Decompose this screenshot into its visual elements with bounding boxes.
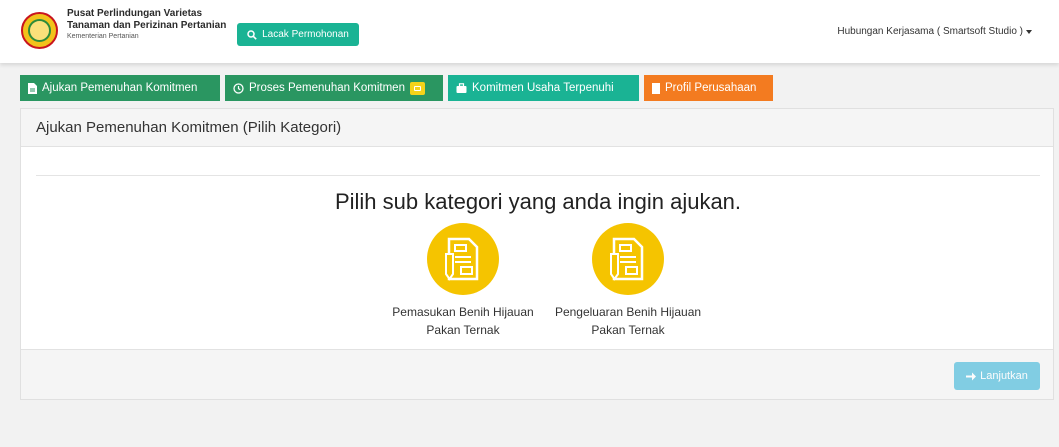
caret-down-icon (1026, 29, 1032, 34)
brand-title-line1: Pusat Perlindungan Varietas (67, 8, 203, 19)
user-menu-dropdown[interactable]: Hubungan Kerjasama ( Smartsoft Studio ) (837, 26, 1032, 37)
option-pengeluaran-benih[interactable]: Pengeluaran Benih Hijauan Pakan Ternak (543, 223, 713, 339)
ministry-logo (21, 12, 58, 49)
clock-icon (233, 82, 244, 94)
option-label: Pemasukan Benih Hijauan Pakan Ternak (392, 305, 534, 337)
option-pemasukan-benih[interactable]: Pemasukan Benih Hijauan Pakan Ternak (378, 223, 548, 339)
brand-subtitle: Kementerian Pertanian (67, 33, 139, 40)
track-application-label: Lacak Permohonan (262, 29, 349, 40)
top-header: Pusat Perlindungan Varietas Tanaman dan … (0, 0, 1059, 63)
document-pencil-icon (427, 223, 499, 295)
bookmark-icon (652, 82, 660, 94)
divider (36, 175, 1040, 176)
tab-komitmen-usaha-terpenuhi[interactable]: Komitmen Usaha Terpenuhi (448, 75, 639, 101)
brand-title-line2: Tanaman dan Perizinan Pertanian (67, 20, 227, 31)
selection-prompt: Pilih sub kategori yang anda ingin ajuka… (334, 189, 742, 214)
panel-title: Ajukan Pemenuhan Komitmen (Pilih Kategor… (21, 109, 1053, 147)
tab-ajukan-pemenuhan-komitmen[interactable]: Ajukan Pemenuhan Komitmen (20, 75, 220, 101)
briefcase-icon (456, 83, 467, 93)
document-pencil-icon (592, 223, 664, 295)
tab-label: Profil Perusahaan (665, 82, 757, 94)
nav-tabs: Ajukan Pemenuhan Komitmen Proses Pemenuh… (20, 75, 773, 101)
search-icon (247, 29, 257, 40)
category-panel: Ajukan Pemenuhan Komitmen (Pilih Kategor… (20, 108, 1054, 400)
next-button-label: Lanjutkan (980, 370, 1028, 382)
tab-label: Komitmen Usaha Terpenuhi (472, 82, 614, 94)
brand-block: Pusat Perlindungan Varietas Tanaman dan … (67, 8, 227, 41)
arrow-right-icon (966, 372, 977, 380)
track-application-button[interactable]: Lacak Permohonan (237, 23, 359, 46)
tab-label: Ajukan Pemenuhan Komitmen (42, 82, 198, 94)
tab-profil-perusahaan[interactable]: Profil Perusahaan (644, 75, 773, 101)
option-label: Pengeluaran Benih Hijauan Pakan Ternak (554, 305, 702, 337)
notification-badge-icon (409, 81, 425, 95)
panel-footer: Lanjutkan (21, 349, 1053, 399)
user-menu-label: Hubungan Kerjasama ( Smartsoft Studio ) (837, 26, 1023, 37)
file-icon (28, 82, 37, 94)
tab-proses-pemenuhan-komitmen[interactable]: Proses Pemenuhan Komitmen (225, 75, 443, 101)
tab-label: Proses Pemenuhan Komitmen (249, 82, 405, 94)
next-button[interactable]: Lanjutkan (954, 362, 1040, 390)
